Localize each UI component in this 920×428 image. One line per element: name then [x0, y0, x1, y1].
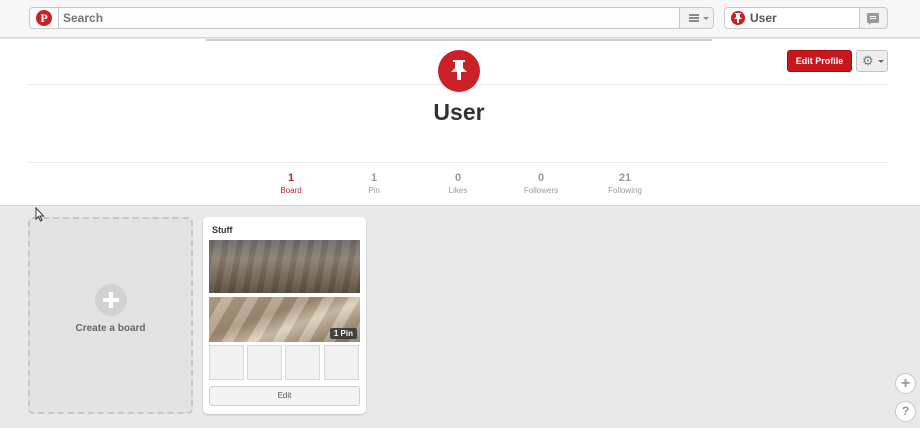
- board-card[interactable]: Stuff 1 Pin Edit: [203, 217, 366, 414]
- stat-boards[interactable]: 1 Board: [256, 172, 326, 195]
- stat-count: 1: [287, 172, 295, 184]
- stat-pins[interactable]: 1 Pin: [339, 172, 409, 195]
- stat-likes[interactable]: 0 Likes: [423, 172, 493, 195]
- divider: [28, 162, 888, 163]
- stat-label: Following: [608, 186, 642, 195]
- board-pin-image[interactable]: 1 Pin: [209, 297, 360, 342]
- pinterest-logo-icon: P: [36, 10, 52, 26]
- stat-count: 0: [454, 172, 462, 184]
- board-thumbnail: [209, 345, 244, 380]
- top-navigation-bar: P User: [0, 0, 920, 38]
- divider: [206, 39, 712, 41]
- add-pin-button[interactable]: +: [895, 373, 916, 394]
- create-board-tile[interactable]: Create a board: [28, 217, 193, 414]
- stat-following[interactable]: 21 Following: [590, 172, 660, 195]
- edit-profile-button[interactable]: Edit Profile: [787, 50, 852, 72]
- board-cover-image[interactable]: [209, 240, 360, 293]
- pushpin-icon: [451, 60, 467, 80]
- user-menu-button[interactable]: User: [724, 7, 860, 29]
- stat-count: 1: [370, 172, 378, 184]
- settings-button[interactable]: ⚙: [856, 50, 888, 72]
- avatar: [731, 11, 745, 25]
- profile-name: User: [433, 99, 485, 125]
- stat-followers[interactable]: 0 Followers: [506, 172, 576, 195]
- board-thumbnail: [247, 345, 282, 380]
- board-thumbnail: [324, 345, 359, 380]
- notifications-button[interactable]: [860, 7, 888, 29]
- stat-label: Followers: [523, 186, 559, 195]
- help-button[interactable]: ?: [895, 401, 916, 422]
- board-thumbnail: [285, 345, 320, 380]
- create-board-label: Create a board: [75, 323, 146, 334]
- stat-label: Board: [280, 186, 302, 195]
- gear-icon: ⚙: [862, 53, 874, 68]
- notifications-icon: [867, 13, 879, 25]
- mouse-cursor-icon: [35, 207, 45, 222]
- stat-count: 21: [618, 172, 632, 184]
- stat-label: Pin: [368, 186, 380, 195]
- chevron-down-icon: [703, 17, 709, 20]
- menu-icon: [689, 14, 699, 22]
- profile-avatar[interactable]: [438, 50, 480, 92]
- stat-count: 0: [537, 172, 545, 184]
- pin-count-badge: 1 Pin: [329, 328, 357, 339]
- board-title: Stuff: [212, 225, 233, 235]
- profile-header: User Edit Profile ⚙ 1 Board 1 Pin 0 Like…: [0, 39, 920, 206]
- pinterest-logo-button[interactable]: P: [29, 7, 58, 29]
- categories-menu-button[interactable]: [680, 7, 714, 29]
- plus-icon: [95, 284, 127, 316]
- pushpin-icon: [734, 13, 742, 23]
- user-name-label: User: [750, 11, 777, 25]
- chevron-down-icon: [878, 60, 884, 63]
- stat-label: Likes: [448, 186, 468, 195]
- edit-board-button[interactable]: Edit: [209, 386, 360, 406]
- search-input[interactable]: [58, 7, 680, 29]
